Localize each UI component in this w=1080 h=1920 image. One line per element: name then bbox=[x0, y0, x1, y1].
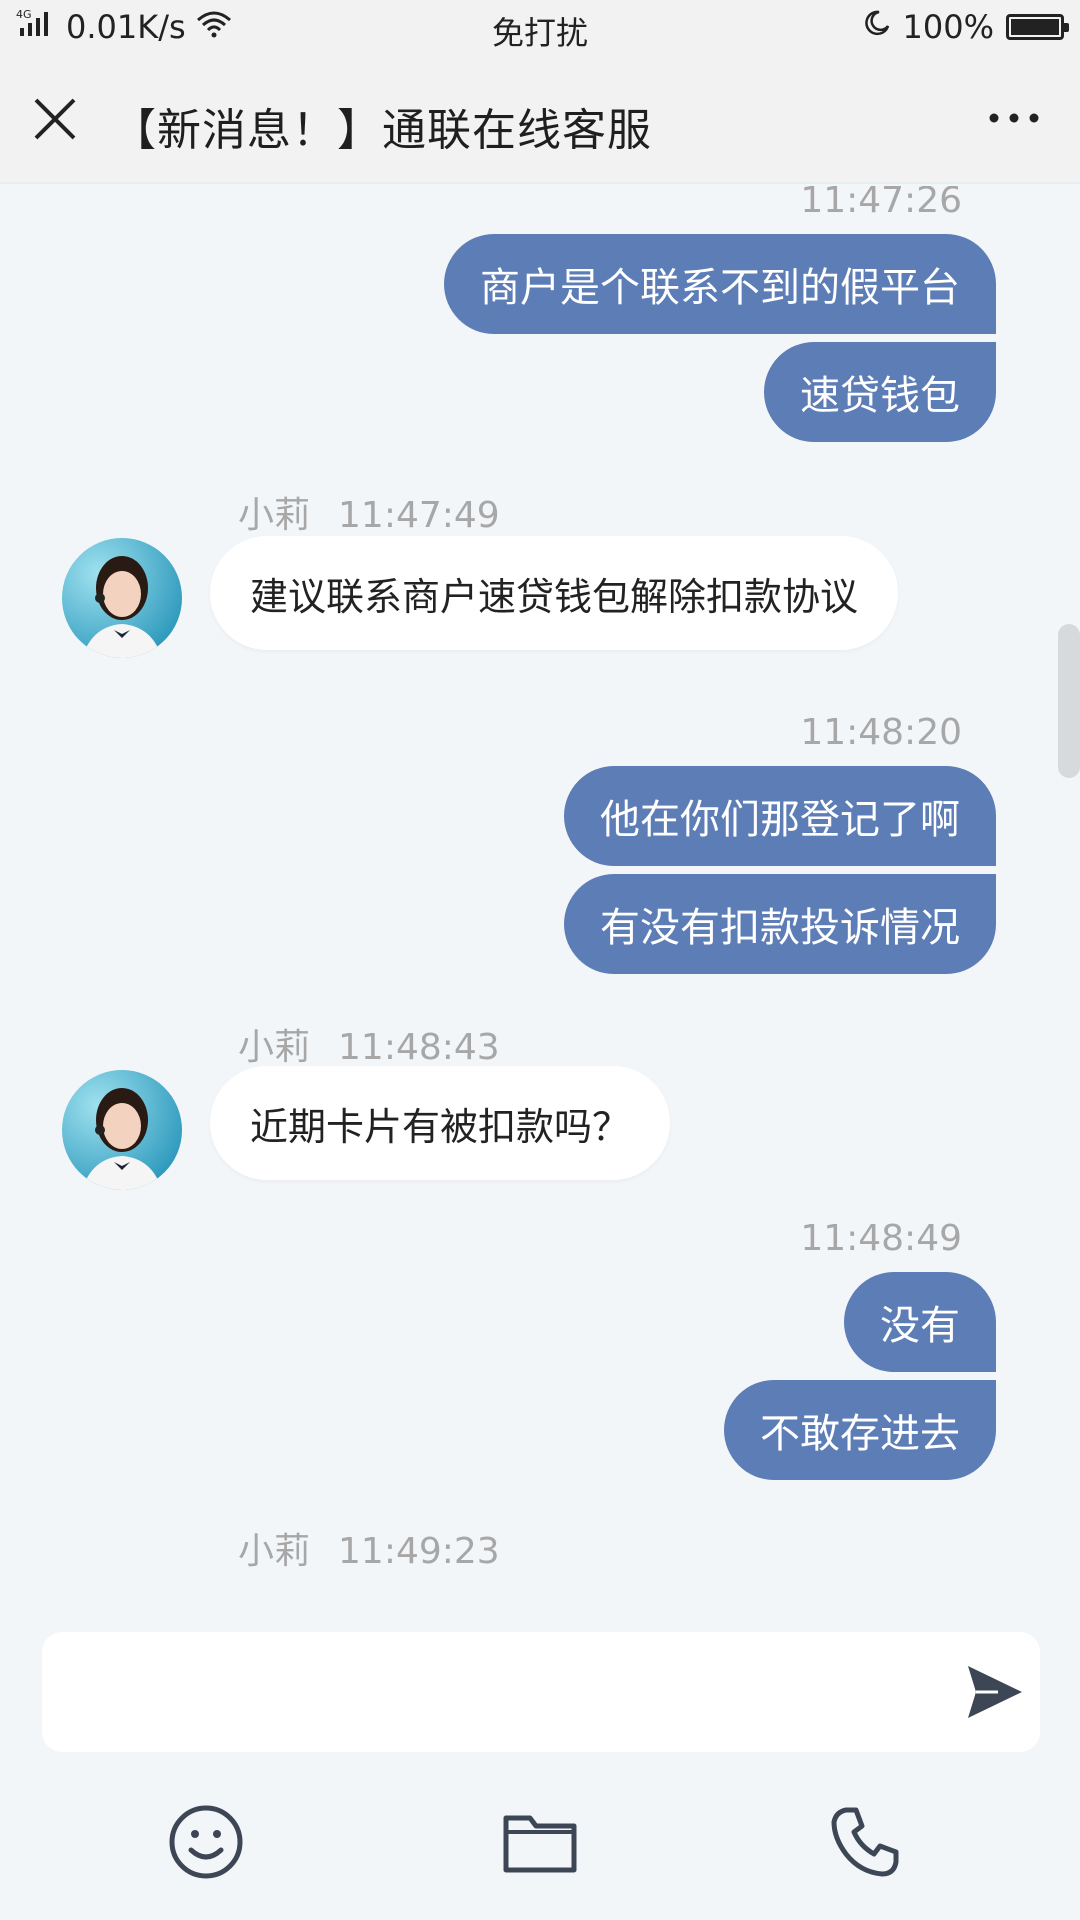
chat-header: 【新消息！】通联在线客服 bbox=[0, 56, 1080, 184]
message-time: 11:48:43 bbox=[338, 1027, 500, 1068]
incoming-message: 建议联系商户速贷钱包解除扣款协议 bbox=[210, 536, 899, 650]
outgoing-message: 不敢存进去 bbox=[724, 1380, 996, 1480]
page-title: 【新消息！】通联在线客服 bbox=[112, 105, 652, 156]
outgoing-message: 速贷钱包 bbox=[764, 342, 996, 442]
message-input[interactable] bbox=[66, 1652, 946, 1732]
more-icon bbox=[989, 113, 1039, 123]
close-icon bbox=[34, 98, 76, 140]
emoji-icon bbox=[169, 1805, 243, 1879]
send-button[interactable] bbox=[962, 1660, 1026, 1724]
send-icon bbox=[968, 1666, 1022, 1718]
call-button[interactable] bbox=[824, 1800, 908, 1884]
folder-icon bbox=[503, 1815, 577, 1873]
incoming-message: 近期卡片有被扣款吗？ bbox=[210, 1066, 671, 1180]
agent-avatar bbox=[62, 538, 182, 658]
message-meta: 小莉 11:47:49 bbox=[238, 486, 500, 538]
message-meta: 小莉 11:48:43 bbox=[238, 1018, 500, 1070]
outgoing-message: 有没有扣款投诉情况 bbox=[564, 874, 996, 974]
agent-avatar-image bbox=[62, 538, 182, 658]
message-composer bbox=[42, 1632, 1040, 1752]
message-time: 11:47:26 bbox=[800, 186, 962, 221]
agent-avatar bbox=[62, 1070, 182, 1190]
battery-icon bbox=[1006, 14, 1069, 40]
agent-name: 小莉 bbox=[238, 495, 311, 536]
status-bar: 4G 0.01K/s 免打扰 100% bbox=[0, 0, 1080, 56]
emoji-button[interactable] bbox=[164, 1800, 248, 1884]
phone-icon bbox=[831, 1807, 899, 1877]
outgoing-message: 他在你们那登记了啊 bbox=[564, 766, 996, 866]
outgoing-message: 商户是个联系不到的假平台 bbox=[444, 234, 996, 334]
file-button[interactable] bbox=[498, 1800, 582, 1884]
agent-name: 小莉 bbox=[238, 1027, 311, 1068]
status-right: 100% bbox=[861, 8, 1069, 46]
outgoing-message: 没有 bbox=[844, 1272, 996, 1372]
message-time: 11:48:49 bbox=[800, 1218, 962, 1259]
battery-percent: 100% bbox=[902, 8, 994, 46]
message-meta: 小莉 11:49:23 bbox=[238, 1522, 500, 1574]
scrollbar[interactable] bbox=[1058, 624, 1080, 778]
message-time: 11:49:23 bbox=[338, 1531, 500, 1572]
message-time: 11:48:20 bbox=[800, 712, 962, 753]
agent-avatar-image bbox=[62, 1070, 182, 1190]
bottom-toolbar bbox=[0, 1766, 1080, 1920]
message-time: 11:47:49 bbox=[338, 495, 500, 536]
chat-log[interactable]: 11:47:26 商户是个联系不到的假平台 速贷钱包 小莉 11:47:49 建议… bbox=[0, 186, 1080, 1626]
close-button[interactable] bbox=[28, 92, 82, 146]
more-options-button[interactable] bbox=[984, 108, 1044, 128]
agent-name: 小莉 bbox=[238, 1531, 311, 1572]
moon-icon bbox=[861, 8, 891, 46]
